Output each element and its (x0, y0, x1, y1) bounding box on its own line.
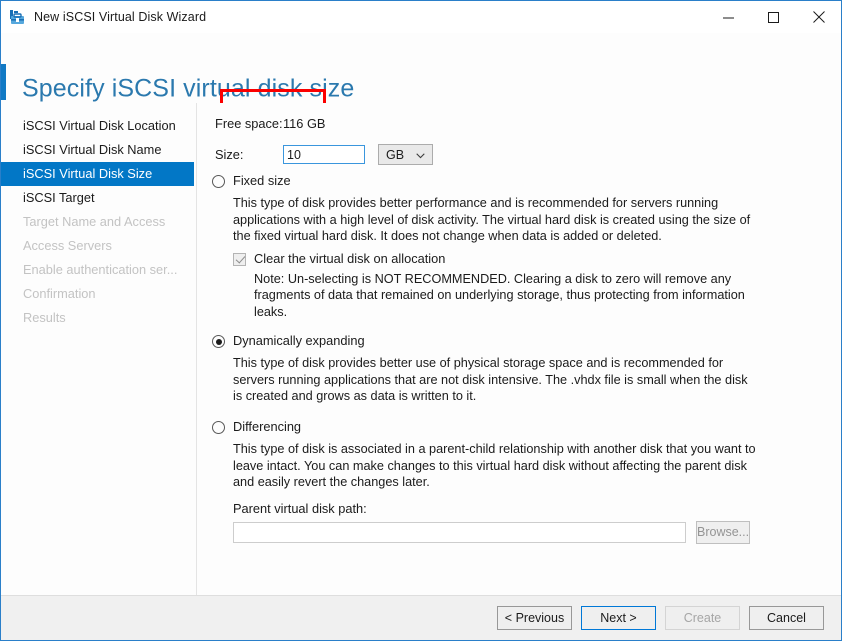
next-button[interactable]: Next > (581, 606, 656, 630)
page-header: Specify iSCSI virtual disk size (1, 33, 841, 126)
option-label-fixed-size: Fixed size (233, 173, 291, 188)
chevron-down-icon (416, 148, 425, 162)
parent-path-input[interactable] (233, 521, 686, 543)
wizard-footer: < Previous Next > Create Cancel (1, 595, 841, 640)
radio-dynamically-expanding[interactable] (212, 335, 225, 348)
size-input[interactable] (283, 145, 365, 164)
checkbox-row-clear-disk: Clear the virtual disk on allocation (233, 251, 757, 266)
checkbox-clear-virtual-disk (233, 252, 246, 266)
header-accent-strip (1, 64, 6, 100)
wizard-content: Free space:116 GB Size: GB Fixed size (198, 103, 841, 596)
option-differencing: Differencing This type of disk is associ… (212, 419, 757, 544)
sidebar-item-disk-size[interactable]: iSCSI Virtual Disk Size (1, 162, 194, 186)
wizard-body: iSCSI Virtual Disk Location iSCSI Virtua… (1, 103, 841, 596)
sidebar-item-iscsi-target[interactable]: iSCSI Target (1, 186, 196, 210)
radio-row-differencing[interactable]: Differencing (212, 419, 757, 434)
note-clear-virtual-disk: Note: Un-selecting is NOT RECOMMENDED. C… (254, 271, 745, 319)
maximize-icon[interactable] (751, 1, 796, 33)
size-unit-value: GB (386, 147, 405, 162)
parent-path-label: Parent virtual disk path: (233, 500, 367, 516)
title-bar: New iSCSI Virtual Disk Wizard (1, 1, 841, 33)
sidebar-item-access-servers: Access Servers (23, 238, 112, 253)
option-fixed-size: Fixed size This type of disk provides be… (212, 173, 757, 320)
sidebar-item-results: Results (23, 310, 66, 325)
minimize-icon[interactable] (706, 1, 751, 33)
close-icon[interactable] (796, 1, 841, 33)
free-space-value: 116 GB (283, 116, 326, 131)
wizard-window: New iSCSI Virtual Disk Wizard Specify iS… (0, 0, 842, 641)
window-controls (706, 1, 841, 33)
size-unit-dropdown[interactable]: GB (378, 144, 433, 165)
radio-fixed-size[interactable] (212, 175, 225, 188)
option-dynamically-expanding: Dynamically expanding This type of disk … (212, 333, 757, 405)
sidebar-item-confirmation: Confirmation (23, 286, 96, 301)
cancel-button[interactable]: Cancel (749, 606, 824, 630)
window-title: New iSCSI Virtual Disk Wizard (34, 10, 207, 24)
create-button: Create (665, 606, 740, 630)
sidebar-item-disk-name[interactable]: iSCSI Virtual Disk Name (1, 138, 196, 162)
option-label-differencing: Differencing (233, 419, 302, 434)
option-description-fixed-size: This type of disk provides better perfor… (233, 196, 751, 243)
free-space-row: Free space:116 GB (215, 116, 325, 131)
sidebar-item-target-name-and-access: Target Name and Access (23, 214, 166, 229)
previous-button[interactable]: < Previous (497, 606, 572, 630)
radio-differencing[interactable] (212, 421, 225, 434)
parent-path-row: Browse... (233, 520, 757, 544)
wizard-toolbox-icon (9, 9, 26, 26)
page-title: Specify iSCSI virtual disk size (22, 74, 355, 103)
option-label-dynamically-expanding: Dynamically expanding (233, 333, 365, 348)
size-label: Size: (215, 147, 244, 162)
radio-row-dynamically-expanding[interactable]: Dynamically expanding (212, 333, 757, 348)
option-description-dynamically-expanding: This type of disk provides better use of… (233, 356, 748, 403)
sidebar-item-disk-location[interactable]: iSCSI Virtual Disk Location (1, 114, 196, 138)
wizard-steps-nav: iSCSI Virtual Disk Location iSCSI Virtua… (1, 103, 197, 596)
option-description-differencing: This type of disk is associated in a par… (233, 442, 756, 489)
browse-button: Browse... (696, 520, 750, 544)
checkbox-label-clear-virtual-disk: Clear the virtual disk on allocation (254, 250, 446, 266)
size-row: Size: GB (215, 144, 433, 165)
radio-row-fixed-size[interactable]: Fixed size (212, 173, 757, 188)
free-space-label: Free space: (215, 116, 283, 131)
sidebar-item-enable-authentication: Enable authentication ser... (23, 262, 178, 277)
